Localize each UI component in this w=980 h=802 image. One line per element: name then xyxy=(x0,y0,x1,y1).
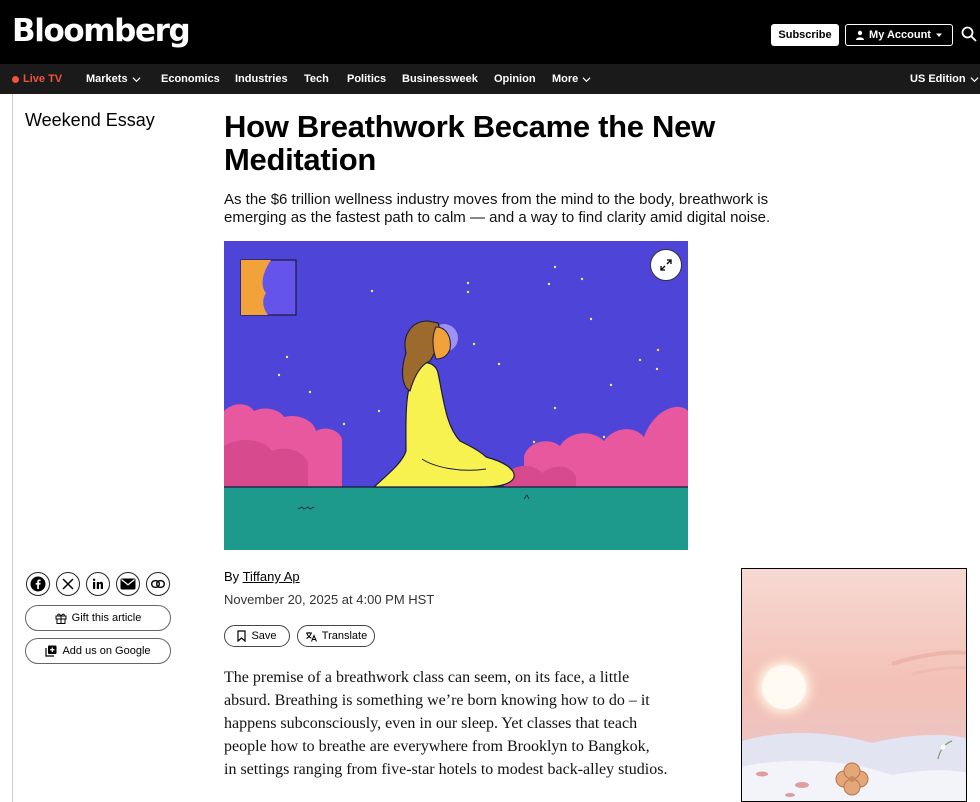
nav-live-tv[interactable]: Live TV xyxy=(12,64,62,94)
nav-label: Businessweek xyxy=(402,73,478,85)
article-dek: As the $6 trillion wellness industry mov… xyxy=(224,191,771,226)
x-icon xyxy=(62,578,74,590)
left-rule xyxy=(12,94,13,802)
bookmark-icon xyxy=(237,630,247,642)
share-x-button[interactable] xyxy=(56,572,80,596)
nav-economics[interactable]: Economics xyxy=(161,64,220,94)
my-account-label: My Account xyxy=(869,29,931,41)
body-line: absurd. Breathing is something we’re bor… xyxy=(224,692,650,709)
gift-article-button[interactable]: Gift this article xyxy=(25,605,171,631)
google-add-icon xyxy=(45,645,57,657)
save-button[interactable]: Save xyxy=(224,625,290,647)
link-icon xyxy=(151,580,165,588)
article-headline: How Breathwork Became the New Meditation xyxy=(224,109,715,177)
translate-icon xyxy=(305,631,317,642)
advertisement-panel[interactable] xyxy=(741,568,967,802)
nav-politics[interactable]: Politics xyxy=(347,64,386,94)
expand-image-button[interactable] xyxy=(650,249,682,281)
nav-more[interactable]: More xyxy=(552,64,591,94)
nav-label: Industries xyxy=(235,73,288,85)
nav-tech[interactable]: Tech xyxy=(304,64,329,94)
bloomberg-logo[interactable]: Bloomberg xyxy=(12,13,191,49)
facebook-icon xyxy=(30,576,46,592)
translate-button[interactable]: Translate xyxy=(297,625,375,647)
body-line: happens subconsciously, even in our slee… xyxy=(224,715,638,732)
gift-icon xyxy=(55,613,67,624)
main-nav: Live TV Markets Economics Industries Tec… xyxy=(0,64,980,94)
nav-label: Tech xyxy=(304,73,329,85)
copy-link-button[interactable] xyxy=(146,572,170,596)
translate-label: Translate xyxy=(321,630,368,642)
my-account-button[interactable]: My Account xyxy=(845,24,953,46)
add-google-button[interactable]: Add us on Google xyxy=(25,638,171,664)
body-line: The premise of a breathwork class can se… xyxy=(224,669,630,686)
nav-us-edition[interactable]: US Edition xyxy=(910,64,979,94)
caret-down-icon xyxy=(935,33,942,37)
chevron-down-icon xyxy=(582,76,591,82)
search-icon[interactable] xyxy=(961,26,977,42)
nav-label: Politics xyxy=(347,73,387,85)
gift-article-label: Gift this article xyxy=(71,612,142,624)
nav-label: Economics xyxy=(161,73,220,85)
subscribe-button[interactable]: Subscribe xyxy=(771,24,839,46)
body-line: people how to breathe are everywhere fro… xyxy=(224,738,650,755)
article-body: The premise of a breathwork class can se… xyxy=(224,666,692,781)
nav-industries[interactable]: Industries xyxy=(235,64,288,94)
save-label: Save xyxy=(251,630,277,642)
add-google-label: Add us on Google xyxy=(62,645,151,657)
publish-date: November 20, 2025 at 4:00 PM HST xyxy=(224,592,435,607)
body-line: in settings ranging from five-star hotel… xyxy=(224,761,668,778)
nav-label: More xyxy=(552,73,579,85)
email-icon xyxy=(120,578,136,590)
nav-label: Opinion xyxy=(494,73,536,85)
author-link[interactable]: Tiffany Ap xyxy=(243,569,300,584)
chevron-down-icon xyxy=(132,76,141,82)
live-tv-label: Live TV xyxy=(23,73,63,85)
live-indicator-icon xyxy=(12,75,19,83)
hero-illustration[interactable] xyxy=(224,241,688,550)
nav-businessweek[interactable]: Businessweek xyxy=(402,64,478,94)
nav-opinion[interactable]: Opinion xyxy=(494,64,536,94)
nav-markets[interactable]: Markets xyxy=(86,64,141,94)
share-facebook-button[interactable] xyxy=(26,572,50,596)
byline-prefix: By xyxy=(224,569,240,584)
top-bar: Bloomberg Subscribe My Account xyxy=(0,0,980,64)
expand-icon xyxy=(660,259,672,271)
linkedin-icon xyxy=(92,578,103,589)
meditation-illustration xyxy=(224,241,688,550)
chevron-down-icon xyxy=(970,76,979,82)
user-icon xyxy=(856,30,865,40)
nav-label: Markets xyxy=(86,73,128,85)
share-linkedin-button[interactable] xyxy=(86,572,110,596)
share-email-button[interactable] xyxy=(116,572,140,596)
article-kicker[interactable]: Weekend Essay xyxy=(25,110,155,131)
byline: By Tiffany Ap xyxy=(224,569,300,584)
edition-label: US Edition xyxy=(910,73,966,85)
ad-illustration xyxy=(742,569,966,801)
